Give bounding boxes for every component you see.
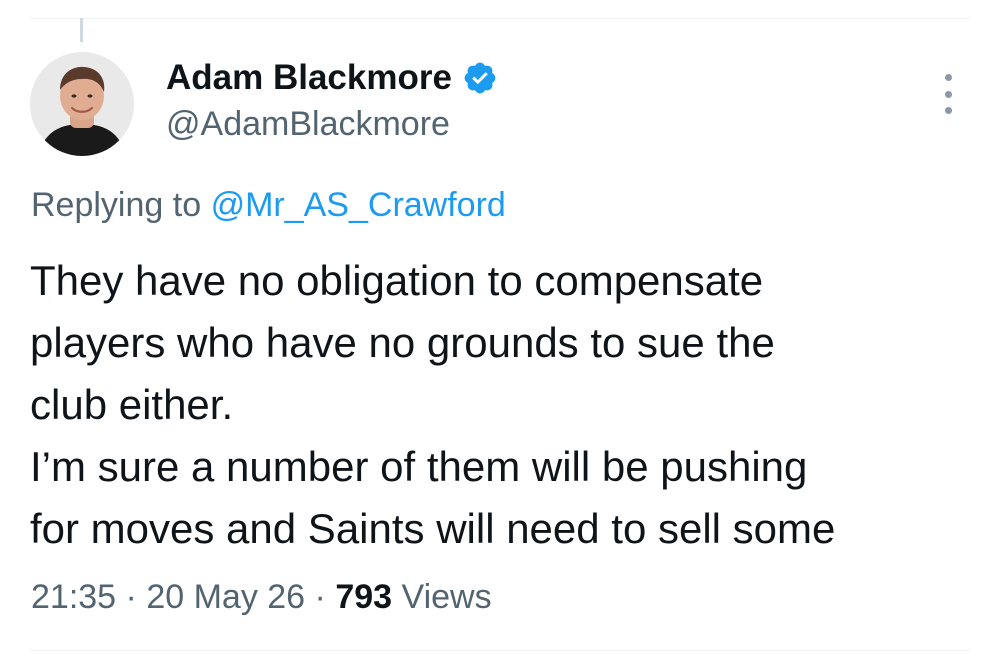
views-label[interactable]: Views: [402, 578, 492, 616]
reply-mention-link[interactable]: @Mr_AS_Crawford: [211, 186, 506, 224]
more-dot: [944, 90, 952, 98]
tweet-metadata: 21:35 · 20 May 26 · 793 Views: [31, 575, 492, 619]
more-vertical-icon[interactable]: [930, 74, 966, 114]
author-name-row: Adam Blackmore: [166, 56, 498, 100]
tweet-time[interactable]: 21:35: [31, 578, 116, 616]
views-count[interactable]: 793: [335, 578, 392, 616]
tweet-text-line: club either.: [30, 381, 234, 428]
meta-separator: ·: [314, 578, 326, 616]
tweet-text-line: I’m sure a number of them will be pushin…: [30, 443, 808, 490]
top-divider: [30, 18, 970, 19]
tweet-text-line: players who have no grounds to sue the: [30, 319, 775, 366]
tweet-date[interactable]: 20 May 26: [146, 578, 305, 616]
avatar-photo: [30, 52, 134, 156]
tweet-text: They have no obligation to compensate pl…: [30, 250, 970, 560]
tweet-text-line: for moves and Saints will need to sell s…: [30, 505, 836, 552]
meta-separator: ·: [125, 578, 137, 616]
verified-badge-icon[interactable]: [462, 60, 498, 96]
more-dot: [944, 107, 952, 114]
avatar[interactable]: [30, 52, 134, 156]
replying-to-line: Replying to @Mr_AS_Crawford: [31, 183, 506, 227]
more-dot: [944, 74, 952, 81]
author-handle[interactable]: @AdamBlackmore: [166, 103, 450, 145]
thread-connector-line: [80, 18, 83, 42]
tweet-text-line: They have no obligation to compensate: [30, 257, 764, 304]
replying-to-label: Replying to: [31, 186, 202, 224]
author-display-name[interactable]: Adam Blackmore: [166, 56, 452, 100]
bottom-divider: [30, 650, 970, 651]
